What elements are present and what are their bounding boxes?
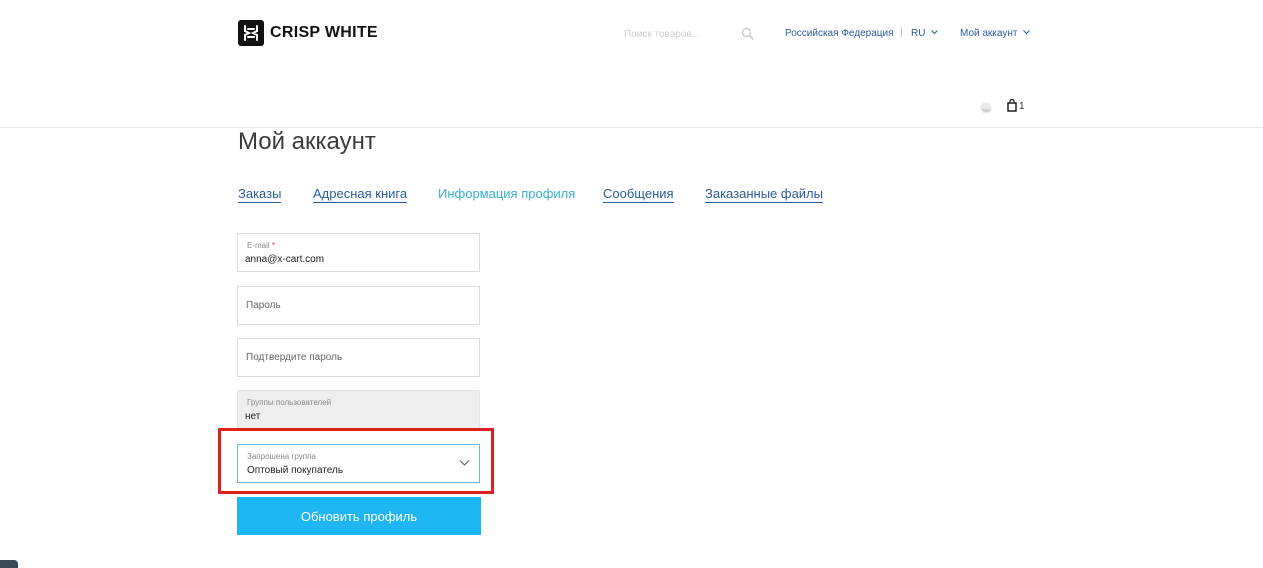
logo-icon[interactable]	[238, 20, 264, 46]
tab-profile-info[interactable]: Информация профиля	[438, 186, 575, 202]
confirm-password-field[interactable]	[237, 338, 480, 377]
user-groups-label: Группы пользователей	[247, 398, 332, 407]
chevron-down-icon	[1023, 30, 1031, 35]
language-label: RU	[911, 28, 926, 39]
country-label: Российская Федерация	[785, 28, 894, 39]
account-menu[interactable]: Мой аккаунт	[960, 28, 1031, 39]
tab-orders[interactable]: Заказы	[238, 186, 282, 203]
cart-icon[interactable]	[1007, 98, 1017, 112]
tab-messages[interactable]: Сообщения	[603, 186, 674, 203]
brand-name[interactable]: CRISP WHITE	[270, 24, 378, 42]
required-mark: *	[271, 241, 276, 250]
settings-icon[interactable]	[0, 560, 18, 568]
chevron-down-icon	[931, 30, 939, 35]
email-field[interactable]: E-mail * anna@x-cart.com	[237, 233, 480, 272]
language-selector[interactable]: RU	[911, 28, 939, 39]
highlight-box	[218, 428, 494, 494]
cart-count[interactable]: 1	[1019, 101, 1025, 112]
account-menu-label: Мой аккаунт	[960, 28, 1018, 39]
user-groups-value: нет	[245, 411, 261, 422]
email-label: E-mail *	[247, 241, 276, 250]
page-title: Мой аккаунт	[238, 128, 376, 155]
update-profile-button[interactable]: Обновить профиль	[237, 497, 481, 535]
password-field[interactable]	[237, 286, 480, 325]
search-input[interactable]	[620, 24, 746, 44]
search-icon[interactable]	[741, 27, 755, 41]
email-value[interactable]: anna@x-cart.com	[245, 254, 324, 265]
user-groups-field: Группы пользователей нет	[237, 390, 480, 429]
password-input[interactable]	[246, 287, 471, 324]
header-divider	[0, 127, 1263, 128]
header-separator: |	[900, 27, 903, 38]
theme-toggle-icon[interactable]	[980, 101, 992, 114]
confirm-password-input[interactable]	[246, 339, 471, 376]
tab-address-book[interactable]: Адресная книга	[313, 186, 408, 203]
country-selector[interactable]: Российская Федерация	[785, 28, 894, 39]
tab-ordered-files[interactable]: Заказанные файлы	[705, 186, 823, 203]
